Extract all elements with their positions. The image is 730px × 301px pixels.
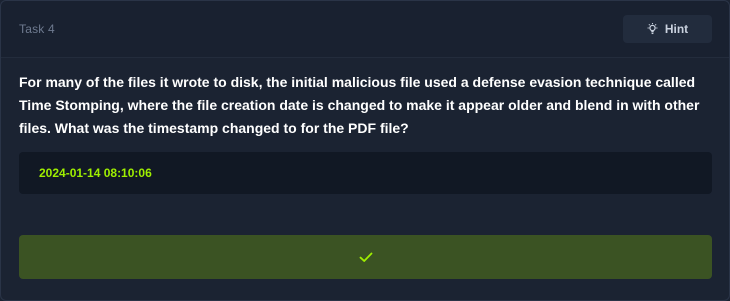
hint-button[interactable]: Hint xyxy=(623,15,712,43)
task-question: For many of the files it wrote to disk, … xyxy=(19,74,700,136)
answer-value: 2024-01-14 08:10:06 xyxy=(39,166,152,180)
task-card: Task 4 Hint For many of the files it wro… xyxy=(0,0,730,301)
hint-button-label: Hint xyxy=(664,22,689,36)
lightbulb-icon xyxy=(647,23,658,35)
answer-field[interactable]: 2024-01-14 08:10:06 xyxy=(19,152,712,194)
task-header: Task 4 Hint xyxy=(1,1,729,58)
task-label: Task 4 xyxy=(19,22,55,36)
checkmark-icon xyxy=(359,252,372,262)
submit-button[interactable] xyxy=(19,235,712,279)
